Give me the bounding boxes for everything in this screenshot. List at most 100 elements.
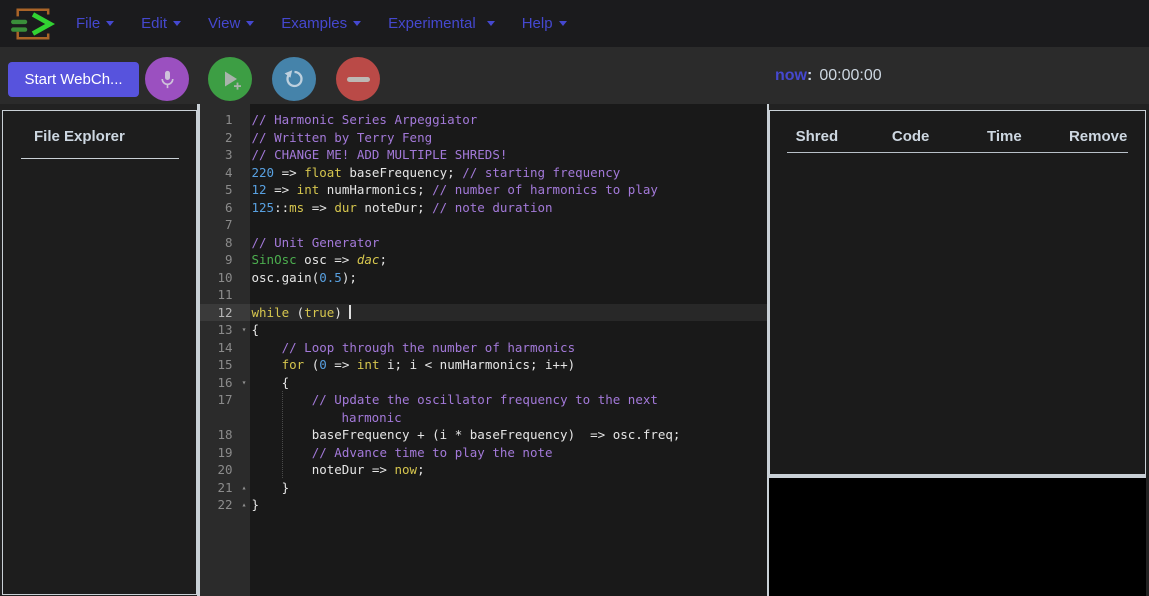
menu-item-label: Help [522,15,553,32]
code-text: { [250,374,767,392]
code-text: for (0 => int i; i < numHarmonics; i++) [250,356,767,374]
code-line[interactable]: 19 // Advance time to play the note [200,444,767,462]
code-line[interactable]: 512 => int numHarmonics; // number of ha… [200,181,767,199]
fold-down-icon[interactable]: ▾ [242,321,247,339]
chevron-down-icon [173,21,181,26]
line-number: 19 [200,444,250,462]
code-text: 12 => int numHarmonics; // number of har… [250,181,767,199]
webchuck-logo [8,4,56,44]
code-line[interactable]: 7 [200,216,767,234]
start-webchuck-button[interactable]: Start WebCh... [8,62,139,97]
mic-icon [156,68,179,91]
line-number: 7 [200,216,250,234]
code-text: 220 => float baseFrequency; // starting … [250,164,767,182]
code-line[interactable]: 20 noteDur => now; [200,461,767,479]
code-text: SinOsc osc => dac; [250,251,767,269]
now-value: 00:00:00 [819,67,881,84]
line-number: 1 [200,111,250,129]
code-line[interactable]: 22▴} [200,496,767,514]
menu-item-view[interactable]: View [208,15,254,32]
code-line[interactable]: 10osc.gain(0.5); [200,269,767,287]
code-text: // Loop through the number of harmonics [250,339,767,357]
code-line[interactable]: 9SinOsc osc => dac; [200,251,767,269]
play-button[interactable] [208,57,252,101]
shred-column-shred: Shred [770,128,864,145]
line-number: 3 [200,146,250,164]
menu-item-label: File [76,15,100,32]
menu-item-edit[interactable]: Edit [141,15,181,32]
play-add-icon [217,66,243,92]
code-editor[interactable]: 1// Harmonic Series Arpeggiator2// Writt… [200,104,767,596]
remove-button[interactable] [336,57,380,101]
code-text [250,286,767,304]
mic-button[interactable] [145,57,189,101]
code-line[interactable]: 12while (true) [200,304,767,322]
code-line[interactable]: 3// CHANGE ME! ADD MULTIPLE SHREDS! [200,146,767,164]
code-text: // Advance time to play the note [250,444,767,462]
menu-item-help[interactable]: Help [522,15,567,32]
chevron-down-icon [246,21,254,26]
shred-table-panel: ShredCodeTimeRemove [769,110,1146,475]
shred-column-time: Time [958,128,1052,145]
shred-column-remove: Remove [1051,128,1145,145]
menu-bar: File Edit View Examples Experimental Help [0,0,1149,47]
menu-item-label: Experimental [388,15,476,32]
code-line[interactable]: 1// Harmonic Series Arpeggiator [200,111,767,129]
line-number: 6 [200,199,250,217]
fold-down-icon[interactable]: ▾ [242,374,247,392]
file-explorer-divider [21,158,179,159]
visualizer-canvas [769,478,1146,596]
fold-up-icon[interactable]: ▴ [242,496,247,514]
line-number: 5 [200,181,250,199]
code-text: } [250,479,767,497]
line-number: 20 [200,461,250,479]
code-text: osc.gain(0.5); [250,269,767,287]
menu-item-label: Examples [281,15,347,32]
code-line[interactable]: 21▴ } [200,479,767,497]
menu-item-file[interactable]: File [76,15,114,32]
line-number: 4 [200,164,250,182]
code-text: // Update the oscillator frequency to th… [250,391,767,409]
code-line[interactable]: 18 baseFrequency + (i * baseFrequency) =… [200,426,767,444]
code-line[interactable]: 14 // Loop through the number of harmoni… [200,339,767,357]
code-line[interactable]: 15 for (0 => int i; i < numHarmonics; i+… [200,356,767,374]
code-line[interactable]: 4220 => float baseFrequency; // starting… [200,164,767,182]
menu-item-experimental[interactable]: Experimental [388,15,495,32]
code-text: // Written by Terry Feng [250,129,767,147]
line-number: 21▴ [200,479,250,497]
shred-table-divider [787,152,1128,153]
line-number: 13▾ [200,321,250,339]
shred-column-code: Code [864,128,958,145]
file-explorer-wrap: File Explorer [0,104,197,596]
code-text: // Harmonic Series Arpeggiator [250,111,767,129]
code-line-wrap[interactable]: harmonic [200,409,767,427]
right-column: ShredCodeTimeRemove [769,104,1149,596]
menu-item-label: Edit [141,15,167,32]
file-explorer-title: File Explorer [34,128,196,145]
chevron-down-icon [487,21,495,26]
code-text: noteDur => now; [250,461,767,479]
main-area: File Explorer 1// Harmonic Series Arpegg… [0,104,1149,596]
file-explorer-panel: File Explorer [2,110,197,595]
fold-up-icon[interactable]: ▴ [242,479,247,497]
code-text [250,216,767,234]
menu-item-examples[interactable]: Examples [281,15,361,32]
code-line[interactable]: 16▾ { [200,374,767,392]
replay-button[interactable] [272,57,316,101]
menu: File Edit View Examples Experimental Help [76,15,567,32]
shred-table-header: ShredCodeTimeRemove [770,111,1145,145]
code-text: // Unit Generator [250,234,767,252]
code-line[interactable]: 13▾{ [200,321,767,339]
chevron-down-icon [106,21,114,26]
line-number: 14 [200,339,250,357]
text-cursor [349,305,351,319]
line-number: 2 [200,129,250,147]
toolbar: Start WebCh... now:00:00:00 [0,47,1149,104]
chevron-down-icon [559,21,567,26]
code-line[interactable]: 8// Unit Generator [200,234,767,252]
code-line[interactable]: 11 [200,286,767,304]
code-line[interactable]: 2// Written by Terry Feng [200,129,767,147]
code-text: { [250,321,767,339]
code-line[interactable]: 17 // Update the oscillator frequency to… [200,391,767,409]
code-line[interactable]: 6125::ms => dur noteDur; // note duratio… [200,199,767,217]
